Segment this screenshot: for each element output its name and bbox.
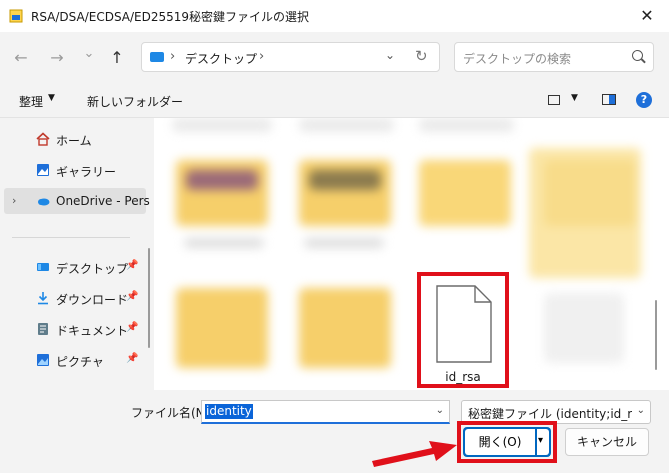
download-icon xyxy=(38,292,48,305)
recent-locations-chevron-icon[interactable]: ⌄ xyxy=(78,44,100,66)
title-bar: RSA/DSA/ECDSA/ED25519秘密鍵ファイルの選択 ✕ xyxy=(0,0,669,32)
sidebar-item-documents[interactable]: ドキュメント 📌 xyxy=(0,316,146,342)
pin-icon: 📌 xyxy=(126,291,139,302)
desktop-icon xyxy=(37,263,49,271)
sidebar-item-label: ギャラリー xyxy=(56,165,117,179)
sidebar-item-label: デスクトップ xyxy=(56,262,129,276)
breadcrumb-desktop[interactable]: デスクトップ xyxy=(185,50,257,67)
file-name-label: id_rsa xyxy=(445,370,481,384)
content-scrollbar[interactable] xyxy=(655,300,657,370)
navigation-pane: ホーム ギャラリー › OneDrive - Pers デスクトップ 📌 ダウン… xyxy=(0,118,154,390)
breadcrumb-chevron-icon: › xyxy=(170,49,176,64)
pin-icon: 📌 xyxy=(126,353,139,364)
desktop-location-icon xyxy=(150,52,164,62)
forward-arrow-icon[interactable]: → xyxy=(46,48,68,70)
gallery-icon xyxy=(37,164,49,176)
search-placeholder: デスクトップの検索 xyxy=(463,52,572,66)
filename-value: identity xyxy=(205,404,253,419)
view-mode-icon[interactable] xyxy=(548,95,560,105)
file-item-id-rsa[interactable]: id_rsa xyxy=(417,272,509,388)
sidebar-item-downloads[interactable]: ダウンロード 📌 xyxy=(0,285,146,311)
search-icon[interactable] xyxy=(632,50,643,61)
back-arrow-icon[interactable]: ← xyxy=(10,48,32,70)
picture-icon xyxy=(37,354,49,366)
navigation-bar: ← → ⌄ ↑ › デスクトップ › ⌄ ↻ デスクトップの検索 xyxy=(0,32,669,84)
file-type-filter-value: 秘密鍵ファイル (identity;id_rsa;id_ xyxy=(468,407,632,421)
sidebar-item-label: ドキュメント xyxy=(56,324,129,338)
sidebar-item-label: OneDrive - Pers xyxy=(56,194,150,208)
sidebar-item-onedrive[interactable]: › OneDrive - Pers xyxy=(4,188,150,214)
file-document-icon xyxy=(436,285,492,363)
sidebar-item-desktop[interactable]: デスクトップ 📌 xyxy=(0,254,146,280)
refresh-icon[interactable]: ↻ xyxy=(415,47,428,65)
dialog-footer: ファイル名(N): identity ⌄ 秘密鍵ファイル (identity;i… xyxy=(0,390,669,473)
pin-icon: 📌 xyxy=(126,322,139,333)
sidebar-item-pictures[interactable]: ピクチャ 📌 xyxy=(0,347,146,373)
key-file-icon xyxy=(9,9,23,23)
sidebar-scrollbar[interactable] xyxy=(148,248,150,348)
sidebar-item-label: ホーム xyxy=(56,134,92,148)
up-arrow-icon[interactable]: ↑ xyxy=(106,48,128,70)
new-folder-button[interactable]: 新しいフォルダー xyxy=(87,93,183,110)
open-split-caret-icon[interactable]: ▾ xyxy=(538,435,543,446)
filename-dropdown-chevron-icon[interactable]: ⌄ xyxy=(436,405,444,416)
command-bar: 整理 ▼ 新しいフォルダー ▼ ? xyxy=(0,84,669,118)
sidebar-item-gallery[interactable]: ギャラリー xyxy=(0,157,146,183)
organize-caret-icon[interactable]: ▼ xyxy=(48,93,55,103)
close-icon[interactable]: ✕ xyxy=(633,2,661,30)
blurred-file-thumbnails xyxy=(154,118,669,390)
filename-input[interactable]: identity ⌄ xyxy=(201,400,450,424)
view-mode-caret-icon[interactable]: ▼ xyxy=(571,93,578,103)
pin-icon: 📌 xyxy=(126,260,139,271)
address-bar[interactable]: › デスクトップ › ⌄ ↻ xyxy=(141,42,440,72)
organize-button[interactable]: 整理 xyxy=(19,93,43,110)
sidebar-item-label: ダウンロード xyxy=(56,293,129,307)
sidebar-item-home[interactable]: ホーム xyxy=(0,126,146,152)
breadcrumb-chevron-icon[interactable]: › xyxy=(259,49,264,64)
file-type-dropdown-chevron-icon[interactable]: ⌄ xyxy=(637,405,645,416)
sidebar-item-partial[interactable] xyxy=(0,378,146,390)
expand-chevron-icon[interactable]: › xyxy=(12,194,16,207)
file-open-dialog: RSA/DSA/ECDSA/ED25519秘密鍵ファイルの選択 ✕ ← → ⌄ … xyxy=(0,0,669,473)
document-icon xyxy=(38,323,48,335)
preview-pane-icon[interactable] xyxy=(602,94,616,105)
sidebar-item-label: ピクチャ xyxy=(56,355,104,369)
cancel-button[interactable]: キャンセル xyxy=(565,428,649,456)
window-title: RSA/DSA/ECDSA/ED25519秘密鍵ファイルの選択 xyxy=(31,10,310,24)
address-dropdown-chevron-icon[interactable]: ⌄ xyxy=(385,48,395,62)
sidebar-divider xyxy=(12,237,130,238)
file-list-view: id_rsa xyxy=(154,118,669,390)
cloud-icon xyxy=(38,198,50,206)
help-icon[interactable]: ? xyxy=(636,92,652,108)
open-button[interactable]: 開く(O) ▾ xyxy=(463,427,551,457)
open-button-label[interactable]: 開く(O) xyxy=(465,429,535,455)
search-input[interactable]: デスクトップの検索 xyxy=(454,42,654,72)
home-icon xyxy=(36,132,50,146)
